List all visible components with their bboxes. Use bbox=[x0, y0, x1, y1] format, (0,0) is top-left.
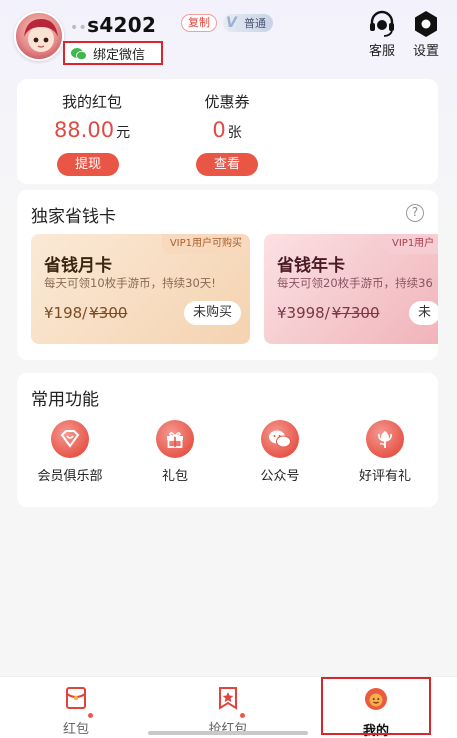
avatar[interactable] bbox=[14, 11, 64, 61]
function-label: 会员俱乐部 bbox=[37, 469, 103, 484]
red-packet-title: 我的红包 bbox=[61, 93, 122, 111]
red-packet-section: 我的红包 88.00 元 bbox=[32, 91, 152, 142]
function-label: 公众号 bbox=[260, 469, 300, 484]
wechat-icon bbox=[261, 420, 299, 458]
tab-label: 红包 bbox=[62, 722, 89, 737]
settings-label: 设置 bbox=[412, 44, 439, 59]
monthly-card-price: ¥198/¥300 bbox=[44, 304, 128, 322]
function-official-account[interactable]: 公众号 bbox=[235, 420, 325, 484]
headset-icon bbox=[370, 10, 394, 37]
withdraw-button[interactable]: 提现 bbox=[57, 153, 119, 176]
bind-wechat-button[interactable]: 绑定微信 bbox=[63, 41, 163, 65]
username: ••s4202 bbox=[70, 13, 157, 37]
yearly-card-desc: 每天可领20枚手游币，持续36 bbox=[277, 276, 433, 290]
coupon-section: 优惠券 0张 bbox=[167, 91, 287, 142]
yearly-card-price: ¥3998/¥7300 bbox=[277, 304, 380, 322]
monthly-card-name: 省钱月卡 bbox=[44, 256, 112, 276]
vip-level-badge: V 普通 bbox=[223, 14, 273, 32]
monthly-card-tag: VIP1用户可购买 bbox=[161, 234, 250, 254]
vip-v-icon: V bbox=[226, 15, 237, 31]
wallet-card: 我的红包 88.00 元 提现 优惠券 0张 查看 bbox=[17, 79, 438, 184]
function-review-reward[interactable]: 好评有礼 bbox=[340, 420, 430, 484]
active-tab-highlight bbox=[321, 677, 431, 735]
yearly-card[interactable]: VIP1用户 省钱年卡 每天可领20枚手游币，持续36 ¥3998/¥7300 … bbox=[264, 234, 438, 344]
coupon-count: 0张 bbox=[212, 118, 242, 142]
bookmark-star-icon bbox=[219, 687, 237, 710]
wechat-icon bbox=[71, 46, 87, 61]
monthly-card-buy-button[interactable]: 未购买 bbox=[183, 301, 241, 325]
customer-service-button[interactable]: 客服 bbox=[362, 10, 402, 59]
copy-button[interactable]: 复制 bbox=[181, 14, 217, 32]
diamond-heart-icon bbox=[51, 420, 89, 458]
service-label: 客服 bbox=[368, 44, 395, 59]
coupon-title: 优惠券 bbox=[204, 93, 250, 111]
monthly-card[interactable]: VIP1用户可购买 省钱月卡 每天可领10枚手游币，持续30天! ¥198/¥3… bbox=[31, 234, 250, 344]
savings-section-title: 独家省钱卡 bbox=[31, 207, 116, 227]
view-coupons-button[interactable]: 查看 bbox=[196, 153, 258, 176]
vip-level-label: 普通 bbox=[244, 17, 266, 30]
notification-dot bbox=[240, 713, 245, 718]
function-label: 好评有礼 bbox=[358, 469, 411, 484]
notification-dot bbox=[88, 713, 93, 718]
yearly-card-name: 省钱年卡 bbox=[277, 256, 345, 276]
function-label: 礼包 bbox=[161, 469, 188, 484]
red-packet-amount: 88.00 元 bbox=[53, 118, 131, 142]
gift-icon bbox=[156, 420, 194, 458]
red-packet-icon bbox=[66, 687, 86, 709]
function-gift[interactable]: 礼包 bbox=[130, 420, 220, 484]
yearly-card-tag: VIP1用户 bbox=[384, 234, 438, 254]
home-indicator bbox=[148, 731, 308, 735]
common-functions-section: 常用功能 会员俱乐部 礼包 公众号 好评有礼 bbox=[17, 373, 438, 507]
functions-section-title: 常用功能 bbox=[31, 390, 99, 410]
function-member-club[interactable]: 会员俱乐部 bbox=[25, 420, 115, 484]
flower-icon bbox=[366, 420, 404, 458]
help-icon[interactable]: ? bbox=[406, 204, 424, 222]
gear-icon bbox=[415, 11, 437, 37]
tab-grab-red-packet[interactable]: 抢红包 bbox=[198, 685, 258, 737]
bind-wechat-label: 绑定微信 bbox=[93, 47, 146, 63]
savings-card-section: 独家省钱卡 ? VIP1用户可购买 省钱月卡 每天可领10枚手游币，持续30天!… bbox=[17, 190, 438, 360]
tab-red-packet[interactable]: 红包 bbox=[46, 685, 106, 737]
monthly-card-desc: 每天可领10枚手游币，持续30天! bbox=[44, 276, 216, 290]
settings-button[interactable]: 设置 bbox=[406, 10, 446, 59]
yearly-card-buy-button[interactable]: 未 bbox=[409, 301, 438, 325]
